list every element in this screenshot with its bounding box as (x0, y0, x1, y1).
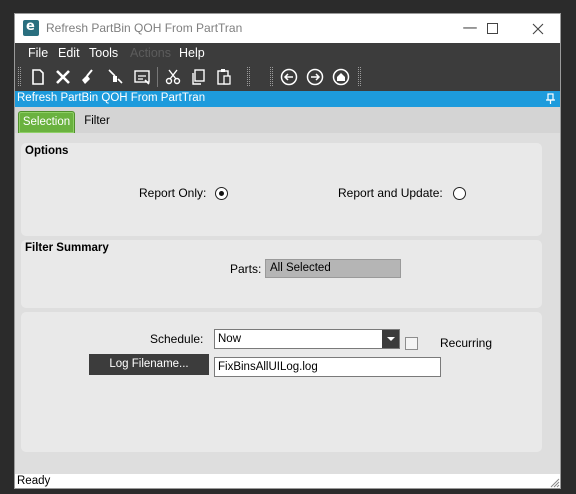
options-group-title: Options (25, 145, 69, 157)
filter-summary-group: Filter Summary Parts: All Selected (21, 240, 542, 308)
radio-selected-dot (219, 191, 224, 196)
chevron-down-icon[interactable] (382, 330, 399, 348)
paste-icon (217, 69, 231, 85)
delete-button[interactable] (53, 67, 73, 87)
content-area: Options Report Only: Report and Update: … (15, 133, 560, 474)
close-icon (532, 23, 544, 35)
copy-icon (192, 69, 205, 85)
cut-icon (165, 69, 181, 85)
report-and-update-radio[interactable] (453, 187, 466, 200)
maximize-button[interactable] (470, 14, 516, 43)
clear-button[interactable] (78, 67, 98, 87)
menu-tools[interactable]: Tools (89, 46, 118, 60)
forward-icon (306, 68, 324, 86)
menu-help[interactable]: Help (179, 46, 205, 60)
new-button[interactable] (28, 67, 48, 87)
clear-icon (82, 69, 93, 84)
recurring-checkbox[interactable] (405, 337, 418, 350)
application-window: e Refresh PartBin QOH From PartTran — Fi… (14, 13, 561, 489)
close-button[interactable] (515, 14, 560, 43)
toolbar-grip[interactable] (270, 67, 273, 86)
schedule-dropdown[interactable]: Now (214, 329, 400, 349)
back-button[interactable] (279, 67, 299, 87)
menu-bar: File Edit Tools Actions Help (15, 43, 560, 63)
menu-actions[interactable]: Actions (130, 46, 171, 60)
toolbar-grip[interactable] (18, 67, 21, 86)
pin-icon[interactable] (545, 93, 557, 105)
home-icon (332, 68, 350, 86)
menu-file[interactable]: File (28, 46, 48, 60)
schedule-group: Schedule: Now Recurring Log Filename... … (21, 312, 542, 452)
back-icon (280, 68, 298, 86)
report-and-update-label: Report and Update: (338, 186, 443, 200)
print-preview-icon (134, 70, 150, 85)
delete-icon (56, 70, 70, 84)
maximize-icon (487, 23, 498, 34)
toolbar-grip[interactable] (358, 67, 361, 86)
tab-strip: Selection Filter (15, 107, 560, 133)
status-text: Ready (17, 475, 51, 487)
resize-grip-icon[interactable] (549, 477, 560, 488)
panel-caption-bar: Refresh PartBin QOH From PartTran (15, 91, 560, 107)
tab-filter[interactable]: Filter (80, 111, 114, 133)
menu-edit[interactable]: Edit (58, 46, 80, 60)
parts-field: All Selected (265, 259, 401, 278)
report-only-label: Report Only: (139, 186, 207, 200)
schedule-label: Schedule: (150, 332, 204, 346)
toolbar-separator (157, 67, 158, 87)
toolbar (15, 63, 560, 91)
parts-label: Parts: (230, 262, 262, 276)
schedule-value: Now (218, 333, 242, 345)
filter-summary-title: Filter Summary (25, 242, 109, 254)
print-icon (108, 69, 123, 84)
cut-button[interactable] (163, 67, 183, 87)
window-title: Refresh PartBin QOH From PartTran (46, 21, 243, 35)
options-group: Options Report Only: Report and Update: (21, 143, 542, 236)
new-icon (32, 69, 44, 85)
paste-button[interactable] (214, 67, 234, 87)
print-button[interactable] (105, 67, 125, 87)
tab-selection[interactable]: Selection (18, 111, 75, 133)
app-logo-icon: e (23, 19, 39, 36)
print-preview-button[interactable] (132, 67, 152, 87)
status-bar: Ready (15, 474, 560, 488)
copy-button[interactable] (188, 67, 208, 87)
toolbar-grip[interactable] (247, 67, 250, 86)
log-filename-button[interactable]: Log Filename... (89, 354, 209, 375)
title-bar: e Refresh PartBin QOH From PartTran — (15, 14, 560, 43)
panel-title: Refresh PartBin QOH From PartTran (17, 92, 206, 104)
log-filename-input[interactable]: FixBinsAllUILog.log (214, 357, 441, 377)
home-button[interactable] (331, 67, 351, 87)
forward-button[interactable] (305, 67, 325, 87)
report-only-radio[interactable] (215, 187, 228, 200)
recurring-label: Recurring (440, 336, 493, 350)
